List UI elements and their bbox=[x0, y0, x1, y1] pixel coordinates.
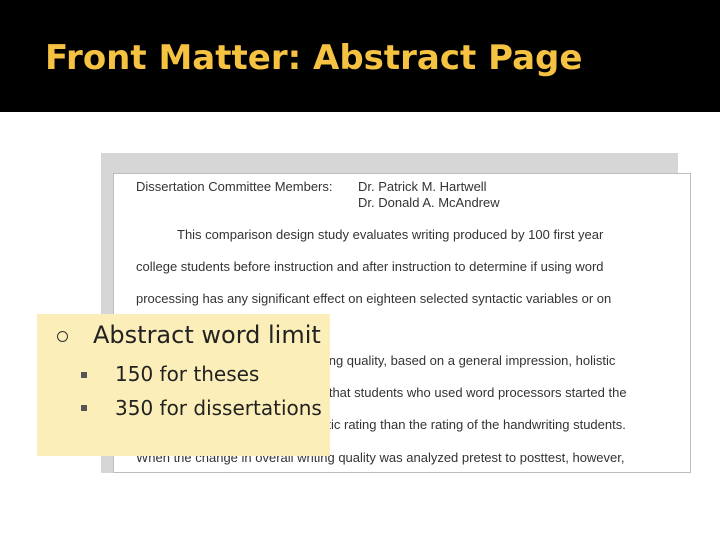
document-line: This comparison design study evaluates w… bbox=[177, 227, 604, 242]
square-bullet-icon bbox=[81, 372, 87, 378]
document-line: college students before instruction and … bbox=[136, 259, 604, 274]
limit-item-dissertations: 350 for dissertations bbox=[115, 396, 322, 420]
limit-item-theses: 150 for theses bbox=[115, 362, 260, 386]
document-line: processing has any significant effect on… bbox=[136, 291, 612, 306]
committee-label: Dissertation Committee Members: bbox=[136, 179, 333, 194]
document-line: istic rating than the rating of the hand… bbox=[318, 417, 626, 432]
committee-member-2: Dr. Donald A. McAndrew bbox=[358, 195, 500, 210]
document-line: d that students who used word processors… bbox=[318, 385, 627, 400]
committee-member-1: Dr. Patrick M. Hartwell bbox=[358, 179, 487, 194]
callout-heading: Abstract word limit bbox=[93, 321, 321, 349]
document-line: riting quality, based on a general impre… bbox=[315, 353, 616, 368]
slide-title: Front Matter: Abstract Page bbox=[45, 38, 583, 78]
circle-bullet-icon bbox=[57, 331, 68, 342]
square-bullet-icon bbox=[81, 405, 87, 411]
title-bar: Front Matter: Abstract Page bbox=[0, 0, 720, 112]
